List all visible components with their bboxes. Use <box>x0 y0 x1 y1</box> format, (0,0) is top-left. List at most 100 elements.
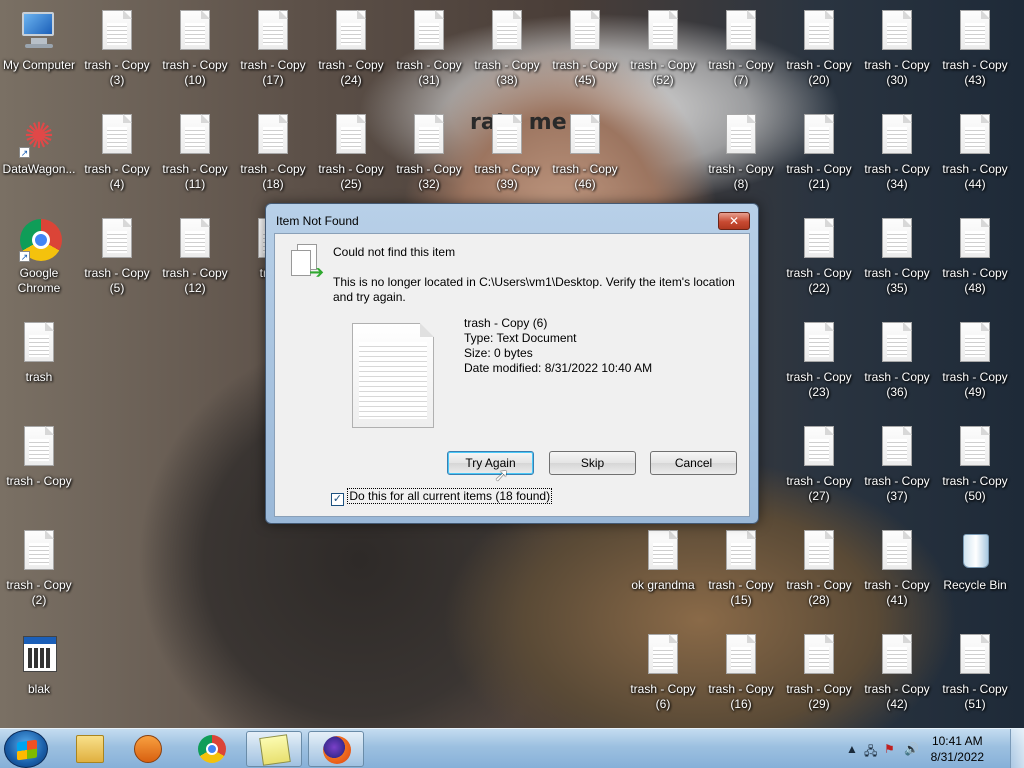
desktop-file-icon[interactable]: trash - Copy (11) <box>156 114 234 192</box>
datawagon-star-icon: ✺ ↗ <box>19 115 55 158</box>
trash-desktop-icon[interactable]: trash <box>0 322 78 385</box>
desktop-icon-label: trash - Copy (11) <box>162 162 228 191</box>
desktop-file-icon[interactable]: trash - Copy (45) <box>546 10 624 88</box>
skip-button[interactable]: Skip <box>549 451 636 475</box>
desktop-file-icon[interactable]: trash - Copy (43) <box>936 10 1014 88</box>
desktop-file-icon[interactable]: trash - Copy (4) <box>78 114 156 192</box>
apply-to-all-checkbox[interactable]: ✓ <box>331 493 344 506</box>
text-document-icon <box>955 114 995 160</box>
desktop-icon-label: trash - Copy (29) <box>786 682 852 711</box>
desktop-file-icon[interactable]: trash - Copy (48) <box>936 218 1014 296</box>
trash-copy-desktop-icon[interactable]: trash - Copy <box>0 426 78 489</box>
desktop-file-icon[interactable]: trash - Copy (24) <box>312 10 390 88</box>
desktop-file-icon[interactable]: trash - Copy (37) <box>858 426 936 504</box>
desktop-icon-label: trash - Copy (17) <box>240 58 306 87</box>
desktop-file-icon[interactable]: trash - Copy (25) <box>312 114 390 192</box>
desktop-file-icon[interactable]: trash - Copy (32) <box>390 114 468 192</box>
close-button[interactable]: ✕ <box>718 212 750 230</box>
text-document-icon <box>955 426 995 472</box>
taskbar-firefox-button[interactable] <box>308 731 364 767</box>
desktop-file-icon[interactable]: trash - Copy (12) <box>156 218 234 296</box>
desktop-icon-label: trash - Copy (5) <box>84 266 150 295</box>
desktop-file-icon[interactable]: trash - Copy (51) <box>936 634 1014 712</box>
desktop-file-icon[interactable]: trash - Copy (42) <box>858 634 936 712</box>
text-document-icon <box>955 10 995 56</box>
taskbar-chrome-button[interactable] <box>184 731 240 767</box>
desktop-file-icon[interactable]: trash - Copy (31) <box>390 10 468 88</box>
desktop-icon-label: trash - Copy <box>6 474 72 488</box>
text-document-icon <box>721 530 761 576</box>
desktop-file-icon[interactable]: trash - Copy (30) <box>858 10 936 88</box>
desktop-file-icon[interactable]: trash - Copy (39) <box>468 114 546 192</box>
text-document-icon <box>799 634 839 680</box>
desktop-icon-label: trash - Copy (3) <box>84 58 150 87</box>
desktop-icon-label: trash - Copy (52) <box>630 58 696 87</box>
dialog-message: This is no longer located in C:\Users\vm… <box>333 275 735 304</box>
desktop-icon-label: trash - Copy (10) <box>162 58 228 87</box>
desktop-file-icon[interactable]: trash - Copy (7) <box>702 10 780 88</box>
network-icon[interactable]: 🖧 <box>864 742 877 763</box>
desktop-file-icon[interactable]: trash - Copy (49) <box>936 322 1014 400</box>
taskbar-media-player-button[interactable] <box>120 731 176 767</box>
taskbar-sticky-notes-button[interactable] <box>246 731 302 767</box>
recycle-bin-desktop-icon[interactable]: Recycle Bin <box>936 530 1014 593</box>
desktop-icon-label: trash - Copy (22) <box>786 266 852 295</box>
start-button[interactable] <box>4 730 48 768</box>
desktop-file-icon[interactable]: trash - Copy (5) <box>78 218 156 296</box>
desktop-file-icon[interactable]: trash - Copy (22) <box>780 218 858 296</box>
desktop-file-icon[interactable]: trash - Copy (38) <box>468 10 546 88</box>
desktop-icon-label: blak <box>27 682 50 696</box>
desktop-file-icon[interactable]: trash - Copy (44) <box>936 114 1014 192</box>
text-document-icon <box>799 218 839 264</box>
desktop-file-icon[interactable]: trash - Copy (28) <box>780 530 858 608</box>
desktop-file-icon[interactable]: ok grandma <box>624 530 702 593</box>
desktop-file-icon[interactable]: trash - Copy (15) <box>702 530 780 608</box>
desktop-file-icon[interactable]: trash - Copy (23) <box>780 322 858 400</box>
volume-icon[interactable]: 🔊 <box>904 742 919 756</box>
try-again-button[interactable]: Try Again <box>447 451 534 475</box>
desktop-file-icon[interactable]: trash - Copy (36) <box>858 322 936 400</box>
desktop-file-icon[interactable]: trash - Copy (10) <box>156 10 234 88</box>
my-computer-desktop-icon[interactable]: My Computer <box>0 10 78 73</box>
show-desktop-button[interactable] <box>1010 729 1024 768</box>
file-type: Type: Text Document <box>464 331 577 345</box>
taskbar-explorer-button[interactable] <box>62 731 118 767</box>
desktop-file-icon[interactable]: trash - Copy (20) <box>780 10 858 88</box>
desktop-file-icon[interactable]: trash - Copy (35) <box>858 218 936 296</box>
show-hidden-icons-chevron-icon[interactable]: ▲ <box>846 742 858 756</box>
windows-logo-icon <box>17 739 37 761</box>
desktop-icon-label: ok grandma <box>631 578 695 592</box>
desktop-file-icon[interactable]: trash - Copy (34) <box>858 114 936 192</box>
desktop-file-icon[interactable]: trash - Copy (16) <box>702 634 780 712</box>
desktop-file-icon[interactable]: trash - Copy (8) <box>702 114 780 192</box>
desktop-file-icon[interactable]: trash - Copy (17) <box>234 10 312 88</box>
cancel-button[interactable]: Cancel <box>650 451 737 475</box>
blak-desktop-icon[interactable]: blak <box>0 634 78 697</box>
text-document-icon <box>19 530 59 576</box>
desktop-file-icon[interactable]: trash - Copy (18) <box>234 114 312 192</box>
chrome-desktop-icon[interactable]: ↗ Google Chrome <box>0 218 78 296</box>
desktop-file-icon[interactable]: trash - Copy (27) <box>780 426 858 504</box>
windows-explorer-icon <box>76 735 104 763</box>
desktop-file-icon[interactable]: trash - Copy (50) <box>936 426 1014 504</box>
text-document-icon <box>955 634 995 680</box>
desktop-file-icon[interactable]: trash - Copy (29) <box>780 634 858 712</box>
desktop-icon-label: trash - Copy (6) <box>630 682 696 711</box>
text-document-icon <box>721 10 761 56</box>
text-document-icon <box>565 114 605 160</box>
desktop-file-icon[interactable]: trash - Copy (21) <box>780 114 858 192</box>
desktop-file-icon[interactable]: trash - Copy (46) <box>546 114 624 192</box>
desktop-file-icon[interactable]: trash - Copy (41) <box>858 530 936 608</box>
text-document-icon <box>97 114 137 160</box>
desktop-file-icon[interactable]: trash - Copy (3) <box>78 10 156 88</box>
clock[interactable]: 10:41 AM 8/31/2022 <box>931 733 984 765</box>
desktop-file-icon[interactable]: trash - Copy (52) <box>624 10 702 88</box>
trash-copy-2-desktop-icon[interactable]: trash - Copy (2) <box>0 530 78 608</box>
datawagon-desktop-icon[interactable]: ✺ ↗ DataWagon... <box>0 114 78 177</box>
apply-to-all-label[interactable]: Do this for all current items (18 found) <box>347 488 553 504</box>
desktop-file-icon[interactable]: trash - Copy (6) <box>624 634 702 712</box>
action-center-flag-icon[interactable]: ⚑ <box>884 742 895 756</box>
file-info: trash - Copy (6) Type: Text Document Siz… <box>464 316 652 376</box>
desktop-icon-label: trash - Copy (16) <box>708 682 774 711</box>
dialog-heading: Could not find this item <box>333 245 456 259</box>
